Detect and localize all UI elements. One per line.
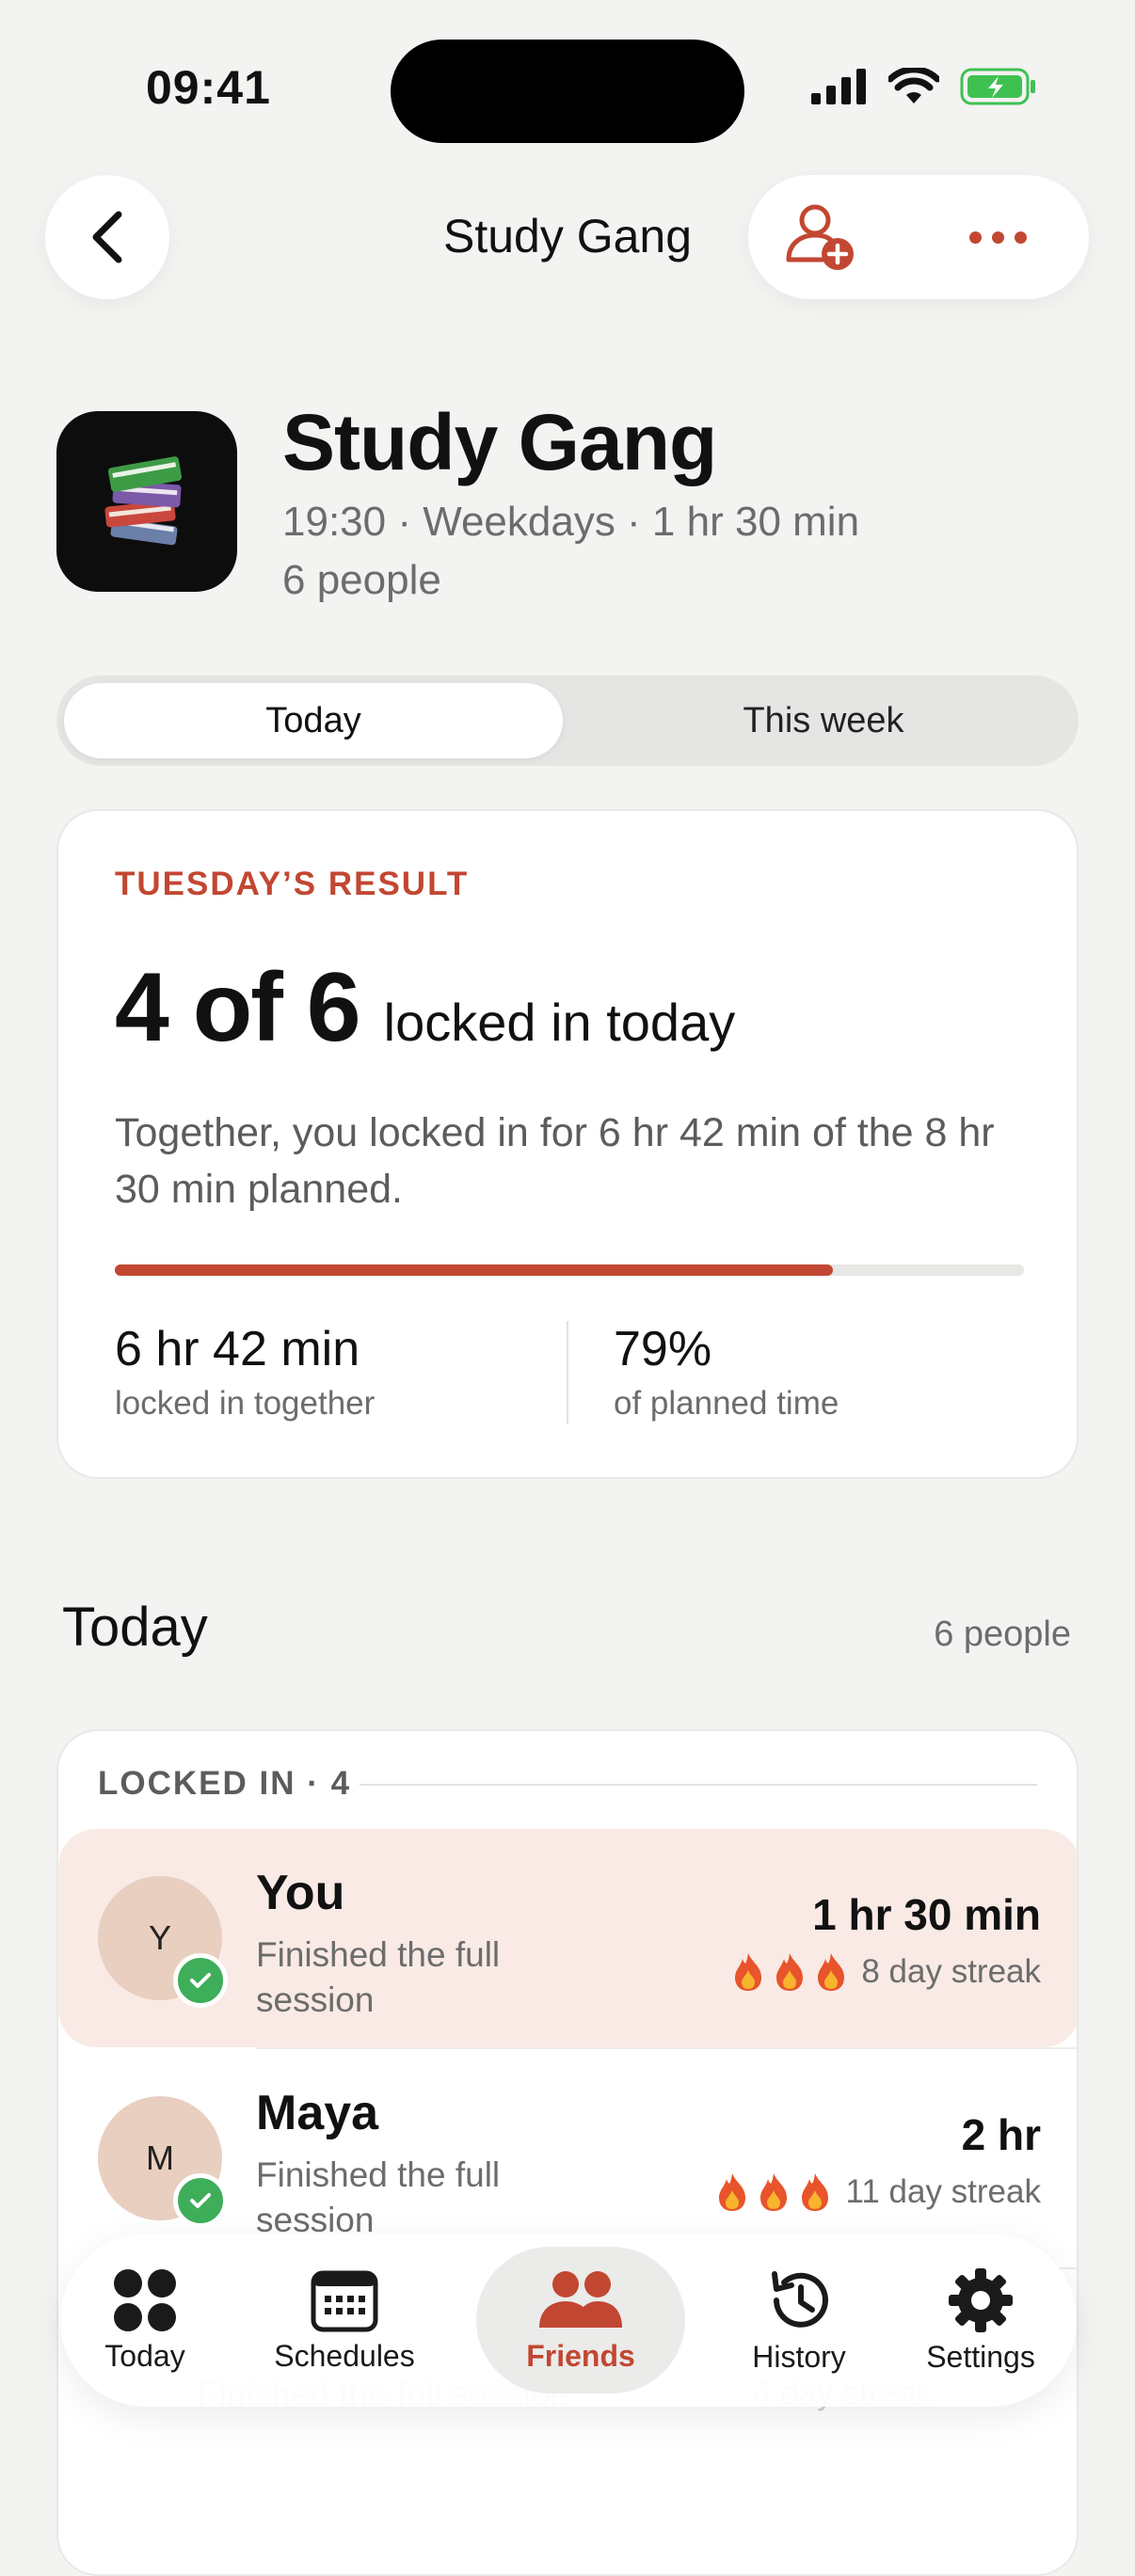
- flame-icon: [814, 1951, 848, 1993]
- nav-title: Study Gang: [442, 210, 693, 262]
- checkmark-icon: [173, 2173, 228, 2228]
- tab-this-week[interactable]: This week: [576, 683, 1071, 758]
- member-status: Finished the full session: [256, 1935, 501, 2019]
- group-icon: [56, 411, 237, 592]
- group-schedule-meta: 19:30 · Weekdays · 1 hr 30 min: [282, 499, 860, 545]
- calendar-icon: [311, 2270, 378, 2331]
- tab-today-nav[interactable]: Today: [60, 2234, 230, 2407]
- locked-in-kicker: LOCKED IN · 4: [98, 1765, 352, 1802]
- member-time: 1 hr 30 min: [812, 1890, 1041, 1939]
- member-status: Finished the full session: [256, 2155, 501, 2239]
- result-kicker: TUESDAY’S RESULT: [115, 866, 470, 902]
- tab-label: Today: [104, 2338, 185, 2373]
- progress-bar: [115, 1264, 1024, 1276]
- more-dot: [991, 231, 1004, 244]
- signal-icon: [811, 69, 866, 104]
- tab-history[interactable]: History: [710, 2234, 888, 2407]
- add-person-icon: [786, 204, 854, 270]
- locked-together-value: 6 hr 42 min: [115, 1322, 360, 1376]
- planned-percent-value: 79%: [614, 1322, 712, 1376]
- checkmark-icon: [173, 1953, 228, 2008]
- flame-icon: [773, 1951, 807, 1993]
- tab-label: Schedules: [274, 2338, 415, 2373]
- more-options-button[interactable]: [958, 215, 1037, 260]
- tab-settings[interactable]: Settings: [892, 2234, 1069, 2407]
- result-headline: 4 of 6 locked in today: [115, 952, 735, 1064]
- add-member-button[interactable]: [781, 198, 860, 277]
- tab-schedules[interactable]: Schedules: [241, 2234, 448, 2407]
- streak-label: 11 day streak: [845, 2173, 1041, 2210]
- progress-fill: [115, 1264, 834, 1276]
- group-people-count: 6 people: [282, 557, 441, 603]
- gear-icon: [949, 2267, 1013, 2332]
- result-card: TUESDAY’S RESULT 4 of 6 locked in today …: [56, 809, 1079, 1479]
- streak-label: 8 day streak: [861, 1953, 1041, 1990]
- dynamic-island: [391, 40, 744, 143]
- stat-divider: [567, 1321, 568, 1424]
- result-count-suffix: locked in today: [383, 993, 736, 1052]
- today-section-heading: Today: [62, 1597, 208, 1658]
- history-icon: [772, 2270, 828, 2328]
- flame-icon: [798, 2171, 832, 2213]
- tab-today[interactable]: Today: [64, 683, 563, 758]
- member-time: 2 hr: [961, 2110, 1041, 2159]
- planned-percent-label: of planned time: [614, 1385, 839, 1422]
- more-dot: [1014, 231, 1027, 244]
- tab-friends[interactable]: Friends: [476, 2234, 685, 2407]
- grid-icon: [114, 2268, 176, 2331]
- member-name: You: [256, 1866, 345, 1920]
- kicker-divider: [360, 1784, 1037, 1786]
- wifi-icon: [888, 68, 939, 103]
- result-description: Together, you locked in for 6 hr 42 min …: [115, 1110, 995, 1212]
- books-icon: [104, 456, 183, 546]
- tab-label: History: [752, 2339, 846, 2374]
- today-people-count: 6 people: [934, 1614, 1071, 1654]
- member-row[interactable]: Y You Finished the full session 1 hr 30 …: [58, 1829, 1077, 2047]
- people-icon: [539, 2270, 622, 2328]
- flame-icon: [757, 2171, 791, 2213]
- more-dot: [968, 231, 982, 244]
- chevron-left-icon: [92, 211, 122, 263]
- group-title: Study Gang: [282, 398, 717, 486]
- status-icons: [811, 68, 1037, 105]
- locked-together-label: locked in together: [115, 1385, 376, 1422]
- member-streak: 8 day streak: [731, 1951, 1041, 1993]
- battery-icon: [960, 68, 1035, 105]
- period-segmented-control: Today This week: [56, 676, 1079, 766]
- bottom-tab-bar: Today Schedules Friends History Settings: [60, 2234, 1077, 2407]
- tab-label: Friends: [526, 2338, 635, 2373]
- member-name: Maya: [256, 2086, 379, 2140]
- status-time: 09:41: [146, 61, 271, 114]
- back-button[interactable]: [45, 175, 169, 299]
- result-count: 4 of 6: [115, 953, 361, 1062]
- member-streak: 11 day streak: [715, 2171, 1041, 2213]
- flame-icon: [715, 2171, 749, 2213]
- members-card: LOCKED IN · 4 Y You Finished the full se…: [56, 1729, 1079, 2576]
- tab-label: Settings: [926, 2339, 1035, 2374]
- flame-icon: [731, 1951, 765, 1993]
